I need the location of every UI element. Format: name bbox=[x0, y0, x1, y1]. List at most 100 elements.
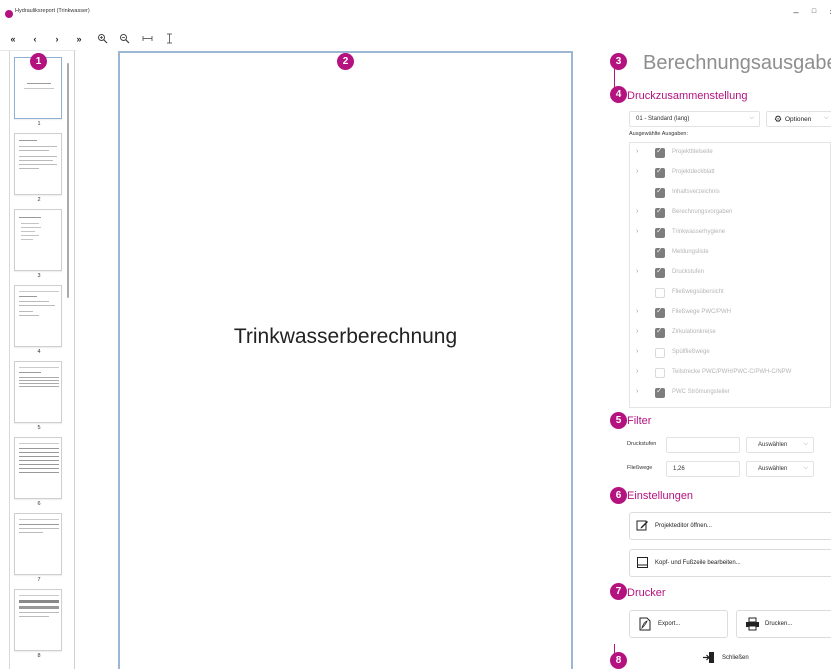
output-item-label: PWC Strömungsteiler bbox=[672, 389, 730, 395]
zoom-out-icon[interactable] bbox=[118, 33, 130, 45]
previous-page-button[interactable]: ‹ bbox=[27, 32, 43, 46]
thumbnail-label: 7 bbox=[37, 577, 41, 583]
close-button[interactable]: Schließen bbox=[700, 651, 770, 667]
output-tree-item[interactable]: › Druckstufen bbox=[630, 263, 830, 283]
chevron-right-icon[interactable]: › bbox=[636, 328, 638, 335]
thumbnail-page-4[interactable] bbox=[14, 285, 62, 347]
chevron-down-icon: ⌵ bbox=[803, 465, 808, 471]
output-tree-item[interactable]: › Fließwege PWC/PWH bbox=[630, 303, 830, 323]
filter-label-flow-paths: Fließwege bbox=[627, 465, 653, 471]
output-tree: › Projekttitelseite › Projektdeckblatt Inhal… bbox=[629, 142, 831, 408]
last-page-button[interactable]: » bbox=[71, 32, 87, 46]
chevron-right-icon[interactable]: › bbox=[636, 388, 638, 395]
output-item-label: Zirkulationkreise bbox=[672, 329, 716, 335]
exit-icon bbox=[702, 651, 715, 669]
print-button[interactable]: Drucken... bbox=[736, 610, 831, 638]
select-label: Auswählen bbox=[758, 442, 788, 448]
output-item-label: Fließwegsübersicht bbox=[672, 289, 724, 295]
output-tree-item[interactable]: › Spülfließwege bbox=[630, 343, 830, 363]
output-tree-item[interactable]: › Zirkulationkreise bbox=[630, 323, 830, 343]
output-item-label: Projektdeckblatt bbox=[672, 169, 715, 175]
flow-paths-value: 1,26 bbox=[673, 466, 685, 472]
output-tree-item[interactable]: › Teilstrecke PWC/PWH/PWC-C/PWH-C/NPW bbox=[630, 363, 830, 383]
chevron-right-icon[interactable]: › bbox=[636, 308, 638, 315]
chevron-down-icon: ⌵ bbox=[803, 441, 808, 447]
chevron-down-icon: ⌵ bbox=[824, 115, 829, 121]
output-item-label: Fließwege PWC/PWH bbox=[672, 309, 732, 315]
output-checkbox[interactable] bbox=[655, 348, 665, 358]
edit-header-footer-button[interactable]: Kopf- und Fußzeile bearbeiten... bbox=[629, 549, 831, 577]
thumbnail-page-2[interactable] bbox=[14, 133, 62, 195]
thumbnail-page-5[interactable] bbox=[14, 361, 62, 423]
chevron-right-icon[interactable]: › bbox=[636, 268, 638, 275]
pressure-stages-input[interactable] bbox=[666, 437, 740, 453]
thumbnail-page-3[interactable] bbox=[14, 209, 62, 271]
output-checkbox[interactable] bbox=[655, 246, 665, 258]
chevron-right-icon[interactable]: › bbox=[636, 148, 638, 155]
output-tree-item[interactable]: Fließwegsübersicht bbox=[630, 283, 830, 303]
open-project-editor-label: Projekteditor öffnen... bbox=[655, 523, 712, 529]
output-checkbox[interactable] bbox=[655, 146, 665, 158]
page-preview: Trinkwasserberechnung bbox=[118, 51, 573, 669]
edit-header-footer-label: Kopf- und Fußzeile bearbeiten... bbox=[655, 560, 741, 566]
thumbnail-page-8[interactable] bbox=[14, 589, 62, 651]
flow-paths-input[interactable]: 1,26 bbox=[666, 461, 740, 477]
output-checkbox[interactable] bbox=[655, 288, 665, 298]
fit-width-icon[interactable] bbox=[141, 33, 153, 45]
thumbnail-page-7[interactable] bbox=[14, 513, 62, 575]
output-tree-item[interactable]: › Trinkwasserhygiene bbox=[630, 223, 830, 243]
window-title: Hydrauliksreport (Trinkwasser) bbox=[15, 8, 90, 14]
close-label: Schließen bbox=[722, 655, 749, 661]
chevron-right-icon[interactable]: › bbox=[636, 368, 638, 375]
output-checkbox[interactable] bbox=[655, 186, 665, 198]
output-tree-item[interactable]: › Projektdeckblatt bbox=[630, 163, 830, 183]
chevron-right-icon[interactable]: › bbox=[636, 168, 638, 175]
output-tree-item[interactable]: Meldungsliste bbox=[630, 243, 830, 263]
gear-icon: ⚙ bbox=[774, 114, 783, 124]
output-tree-item[interactable]: › Berechnungsvorgaben bbox=[630, 203, 830, 223]
output-checkbox[interactable] bbox=[655, 206, 665, 218]
zoom-in-icon[interactable] bbox=[96, 33, 108, 45]
output-tree-item[interactable]: › PWC Strömungsteiler bbox=[630, 383, 830, 403]
document-title: Trinkwasserberechnung bbox=[233, 325, 458, 348]
output-tree-item[interactable]: Inhaltsverzeichnis bbox=[630, 183, 830, 203]
pressure-stages-select[interactable]: Auswählen ⌵ bbox=[746, 437, 814, 453]
close-window-button[interactable]: × bbox=[824, 4, 831, 20]
output-checkbox[interactable] bbox=[655, 386, 665, 398]
output-checkbox[interactable] bbox=[655, 368, 665, 378]
output-tree-item[interactable]: › Projekttitelseite bbox=[630, 143, 830, 163]
open-project-editor-button[interactable]: Projekteditor öffnen... bbox=[629, 512, 831, 540]
select-label: Auswählen bbox=[758, 466, 788, 472]
callout-badge-4: 4 bbox=[610, 86, 627, 103]
output-checkbox[interactable] bbox=[655, 326, 665, 338]
options-button[interactable]: ⚙ Optionen ⌵ bbox=[766, 111, 831, 127]
options-label: Optionen bbox=[785, 116, 812, 123]
minimize-button[interactable]: – bbox=[788, 4, 804, 20]
callout-badge-3: 3 bbox=[610, 53, 627, 70]
thumbnail-label: 5 bbox=[37, 425, 41, 431]
page-layout-icon bbox=[636, 556, 649, 569]
section-heading-printer: Drucker bbox=[627, 587, 666, 599]
pane-divider bbox=[74, 51, 75, 669]
maximize-button[interactable]: □ bbox=[806, 4, 822, 20]
output-checkbox[interactable] bbox=[655, 266, 665, 278]
flow-paths-select[interactable]: Auswählen ⌵ bbox=[746, 461, 814, 477]
app-logo-icon bbox=[5, 10, 13, 18]
output-checkbox[interactable] bbox=[655, 226, 665, 238]
thumbnail-label: 3 bbox=[37, 273, 41, 279]
fit-height-icon[interactable] bbox=[163, 33, 175, 45]
first-page-button[interactable]: « bbox=[5, 32, 21, 46]
chevron-down-icon: ⌵ bbox=[749, 115, 754, 121]
thumbnail-page-6[interactable] bbox=[14, 437, 62, 499]
output-checkbox[interactable] bbox=[655, 166, 665, 178]
thumbnail-scrollbar[interactable] bbox=[67, 63, 69, 298]
print-template-dropdown[interactable]: 01 - Standard (lang) ⌵ bbox=[629, 111, 760, 127]
export-button[interactable]: Export... bbox=[629, 610, 728, 638]
app-window: Hydrauliksreport (Trinkwasser) – □ × « ‹… bbox=[0, 0, 831, 669]
next-page-button[interactable]: › bbox=[49, 32, 65, 46]
chevron-right-icon[interactable]: › bbox=[636, 208, 638, 215]
output-checkbox[interactable] bbox=[655, 306, 665, 318]
chevron-right-icon[interactable]: › bbox=[636, 228, 638, 235]
chevron-right-icon[interactable]: › bbox=[636, 348, 638, 355]
output-item-label: Spülfließwege bbox=[672, 349, 710, 355]
